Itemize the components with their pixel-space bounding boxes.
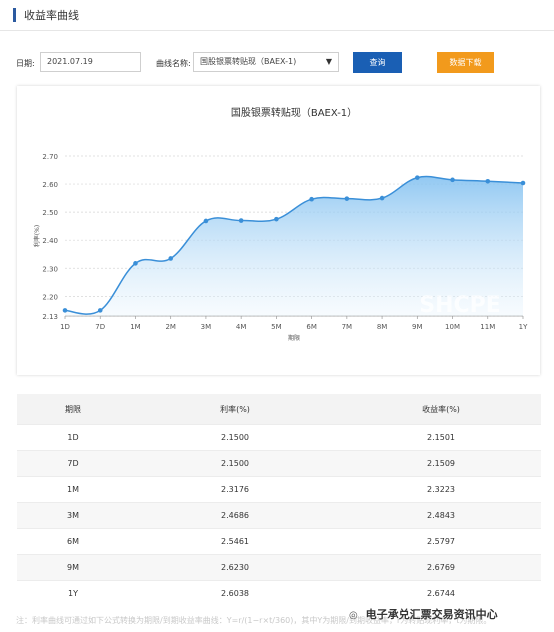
table-row: 1D 2.1500 2.1501: [17, 424, 541, 451]
section-accent-bar: [13, 8, 16, 22]
cell-rate: 2.6230: [129, 554, 341, 581]
cell-yield: 2.4843: [341, 502, 541, 529]
y-axis-label: 利率(%): [33, 225, 41, 247]
chart-watermark: SHCPE: [419, 293, 501, 318]
data-point: [415, 175, 420, 180]
data-point: [203, 218, 209, 224]
data-point: [97, 308, 103, 313]
dropdown-arrow-icon: ▼: [325, 57, 332, 66]
x-axis-label: 期限: [288, 334, 300, 342]
date-label: 日期:: [16, 59, 35, 68]
cell-term: 3M: [17, 502, 129, 529]
x-tick-label: 2M: [165, 323, 176, 331]
cell-yield: 2.6769: [341, 554, 541, 581]
table-row: 7D 2.1500 2.1509: [17, 450, 541, 477]
cell-rate: 2.1500: [129, 450, 341, 477]
chart-panel: 国股银票转贴现（BAEX-1） 2.13 2.20 2.30 2.40 2.50 2.60 2…: [17, 86, 540, 375]
header-yield: 收益率(%): [341, 394, 541, 425]
data-point: [520, 180, 526, 186]
cell-term: 1Y: [17, 580, 129, 606]
cell-rate: 2.1500: [129, 424, 341, 451]
header-term: 期限: [17, 394, 129, 425]
x-tick-label: 3M: [201, 323, 212, 331]
cell-term: 1M: [17, 476, 129, 503]
section-header: 收益率曲线: [0, 0, 554, 31]
x-tick-label: 5M: [271, 323, 282, 331]
cell-term: 6M: [17, 528, 129, 555]
data-point: [238, 218, 244, 223]
date-input[interactable]: 2021.07.19: [40, 52, 141, 72]
table-row: 1Y 2.6038 2.6744: [17, 580, 541, 606]
cell-rate: 2.5461: [129, 528, 341, 555]
rate-table: 期限 利率(%) 收益率(%) 1D 2.1500 2.1501 7D 2.15…: [17, 394, 541, 606]
x-tick-label: 8M: [377, 323, 388, 331]
cell-yield: 2.3223: [341, 476, 541, 503]
y-tick-label: 2.50: [42, 209, 58, 217]
cell-term: 7D: [17, 450, 129, 477]
cell-rate: 2.4686: [129, 502, 341, 529]
x-tick-label: 7M: [342, 323, 353, 331]
y-tick-label: 2.13: [42, 313, 58, 321]
y-tick-label: 2.70: [42, 153, 58, 161]
table-row: 1M 2.3176 2.3223: [17, 476, 541, 503]
x-tick-label: 7D: [95, 323, 105, 331]
curve-label: 曲线名称:: [156, 59, 191, 68]
x-tick-label: 1Y: [519, 323, 528, 331]
x-tick-label: 9M: [412, 323, 423, 331]
cell-rate: 2.6038: [129, 580, 341, 606]
wechat-badge: ◎ 电子承兑汇票交易资讯中心: [349, 606, 498, 622]
section-title: 收益率曲线: [24, 9, 79, 22]
footer: 注：利率曲线可通过如下公式转换为期限/到期收益率曲线：Y=r/(1−r×t/36…: [0, 604, 554, 632]
header-divider: [0, 30, 554, 31]
data-point: [274, 216, 279, 222]
data-point: [133, 261, 138, 266]
data-point: [62, 308, 68, 313]
y-tick-label: 2.60: [42, 181, 58, 189]
cell-term: 9M: [17, 554, 129, 581]
table-row: 3M 2.4686 2.4843: [17, 502, 541, 529]
table-row: 9M 2.6230 2.6769: [17, 554, 541, 581]
query-button[interactable]: 查询: [353, 52, 402, 73]
cell-yield: 2.1509: [341, 450, 541, 477]
y-tick-label: 2.30: [42, 265, 58, 273]
download-button[interactable]: 数据下载: [437, 52, 494, 73]
y-tick-label: 2.20: [42, 293, 58, 301]
x-tick-label: 11M: [480, 323, 495, 331]
cell-yield: 2.5797: [341, 528, 541, 555]
cell-yield: 2.6744: [341, 580, 541, 606]
cell-rate: 2.3176: [129, 476, 341, 503]
header-rate: 利率(%): [129, 394, 341, 425]
wechat-icon: ◎: [349, 610, 358, 621]
cell-term: 1D: [17, 424, 129, 451]
y-tick-label: 2.40: [42, 237, 58, 245]
yield-curve-chart: 国股银票转贴现（BAEX-1） 2.13 2.20 2.30 2.40 2.50 2.60 2…: [33, 106, 528, 342]
data-point: [450, 177, 455, 183]
filter-bar: 日期: 2021.07.19 曲线名称: 国股银票转贴现（BAEX-1) ▼ 查…: [0, 52, 554, 74]
curve-select-value: 国股银票转贴现（BAEX-1): [200, 57, 297, 66]
data-point: [309, 196, 314, 202]
data-point: [344, 196, 350, 201]
x-tick-label: 1M: [130, 323, 141, 331]
table-row: 6M 2.5461 2.5797: [17, 528, 541, 555]
cell-yield: 2.1501: [341, 424, 541, 451]
x-tick-label: 6M: [306, 323, 317, 331]
data-point: [168, 256, 173, 261]
chart-title: 国股银票转贴现（BAEX-1）: [231, 106, 357, 119]
data-point: [485, 178, 491, 184]
data-point: [379, 195, 385, 201]
x-tick-label: 1D: [60, 323, 70, 331]
x-tick-label: 10M: [445, 323, 460, 331]
table-header-row: 期限 利率(%) 收益率(%): [17, 394, 541, 425]
curve-select[interactable]: 国股银票转贴现（BAEX-1) ▼: [193, 52, 339, 72]
x-tick-label: 4M: [236, 323, 247, 331]
wechat-account-name: 电子承兑汇票交易资讯中心: [365, 608, 498, 621]
